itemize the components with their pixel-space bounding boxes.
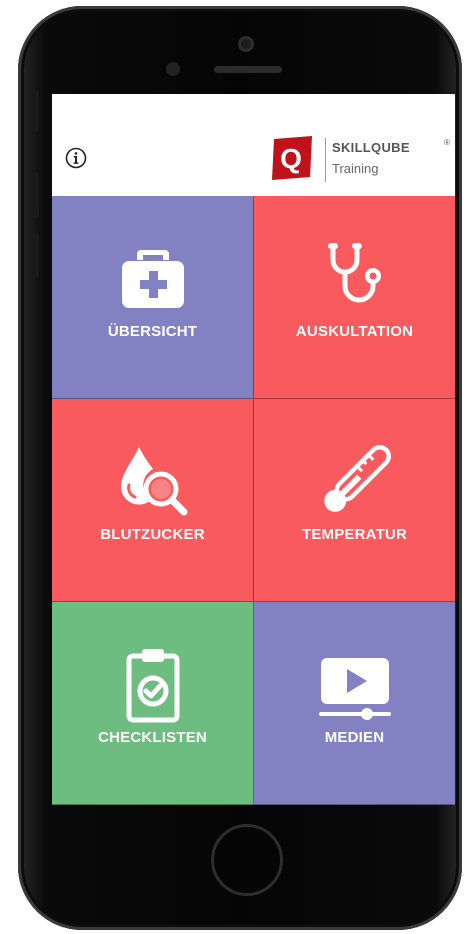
tile-label: TEMPERATUR — [301, 526, 408, 543]
logo-letter: Q — [280, 143, 302, 174]
front-camera — [238, 36, 254, 52]
thermometer-icon — [323, 445, 391, 512]
logo-divider — [325, 138, 326, 182]
tile-label: CHECKLISTEN — [98, 729, 207, 746]
stethoscope-icon — [327, 243, 381, 303]
earpiece-speaker — [214, 66, 282, 73]
volume-up-button — [31, 172, 39, 218]
tile-label: AUSKULTATION — [295, 323, 414, 340]
tile-label: ÜBERSICHT — [107, 323, 198, 340]
brand-subtitle: Training — [332, 161, 379, 176]
brand-name: SKILLQUBE — [332, 140, 410, 155]
tile-label: BLUTZUCKER — [100, 526, 205, 543]
tile-temperatur[interactable]: TEMPERATUR — [254, 399, 455, 602]
volume-down-button — [31, 232, 39, 278]
tile-blutzucker[interactable]: BLUTZUCKER — [52, 399, 254, 602]
first-aid-kit-icon — [121, 250, 184, 308]
proximity-sensor — [166, 62, 180, 76]
info-icon[interactable] — [65, 147, 87, 169]
home-button[interactable] — [211, 824, 283, 896]
tile-medien[interactable]: MEDIEN — [254, 602, 455, 805]
app-screen: Q SKILLQUBE ® Training ÜBERSICHT AUSKULT… — [52, 94, 455, 805]
tile-uebersicht[interactable]: ÜBERSICHT — [52, 196, 254, 399]
app-header: Q SKILLQUBE ® Training — [52, 94, 455, 196]
tile-label: MEDIEN — [324, 729, 385, 746]
registered-mark: ® — [444, 138, 450, 147]
skillqube-logo: Q SKILLQUBE ® Training — [270, 134, 454, 186]
video-player-icon — [318, 658, 391, 720]
mute-switch — [31, 90, 39, 132]
blood-drop-magnifier-icon — [120, 447, 187, 516]
logo-mark-icon: Q — [272, 136, 312, 180]
tile-checklisten[interactable]: CHECKLISTEN — [52, 602, 254, 805]
clipboard-check-icon — [126, 649, 179, 723]
menu-grid: ÜBERSICHT AUSKULTATION BLUTZUCKER TEMPER… — [52, 196, 455, 805]
tile-auskultation[interactable]: AUSKULTATION — [254, 196, 455, 399]
